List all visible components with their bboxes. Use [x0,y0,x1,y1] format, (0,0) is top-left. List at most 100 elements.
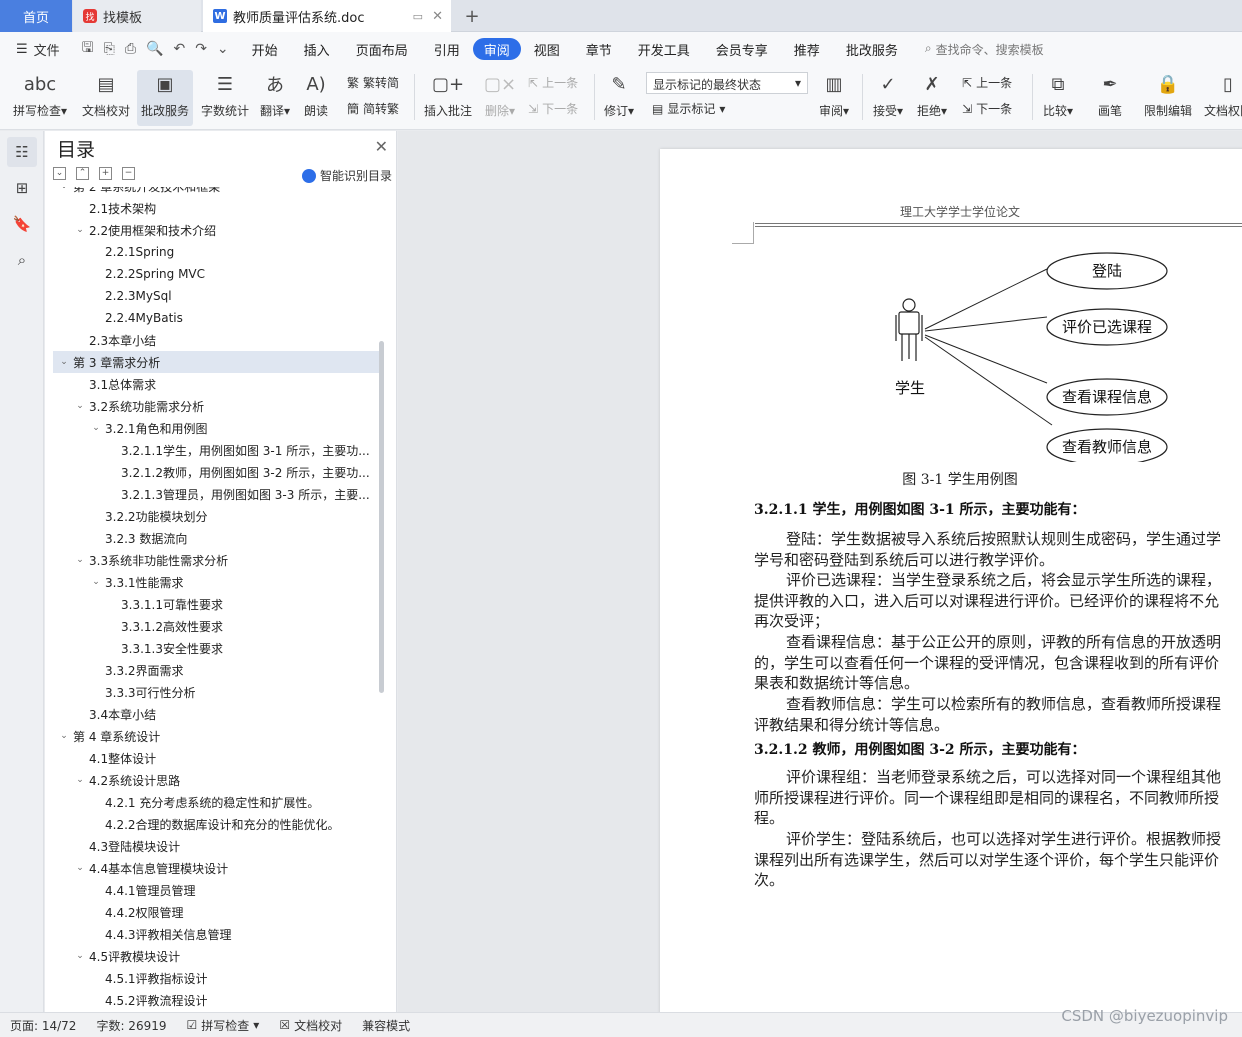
undo-icon[interactable]: ↶ [173,41,185,57]
redo-icon[interactable]: ↷ [195,41,207,57]
menu-item-2[interactable]: 页面布局 [343,38,421,60]
chevron-down-icon[interactable]: ⌄ [73,555,87,565]
toc-item[interactable]: ⌄ 3.2系统功能需求分析 [53,395,379,417]
export-pdf-icon[interactable]: ⎘ [104,41,115,57]
grading-service-button[interactable]: ▣ 批改服务 [137,70,193,126]
close-icon[interactable]: ✕ [375,137,388,156]
chevron-down-icon[interactable]: ⌄ [73,775,87,785]
review-pane-button[interactable]: ▥ 审阅▾ [814,70,854,126]
toc-item[interactable]: ⌄ 3.3.1性能需求 [53,571,379,593]
doc-proof-status[interactable]: ☒ 文档校对 [269,1017,352,1034]
chevron-down-icon[interactable]: ⌄ [73,225,87,235]
toc-item[interactable]: 4.2.2合理的数据库设计和充分的性能优化。 [53,813,379,835]
toc-item[interactable]: 4.3登陆模块设计 [53,835,379,857]
toc-item[interactable]: ⌄ 3.2.1角色和用例图 [53,417,379,439]
smart-toc-button[interactable]: 智能识别目录 [301,167,392,184]
toc-item[interactable]: 3.3.2界面需求 [53,659,379,681]
page-count[interactable]: 页面: 14/72 [0,1017,86,1034]
chevron-down-icon[interactable]: ⌄ [89,577,103,587]
toc-item[interactable]: 4.5.1评教指标设计 [53,967,379,989]
toc-item[interactable]: ⌄ 4.5评教模块设计 [53,945,379,967]
toc-item[interactable]: ⌄ 4.4基本信息管理模块设计 [53,857,379,879]
chevron-down-icon[interactable]: ⌄ [217,41,229,57]
prev-comment-button[interactable]: ⇱ 上一条 [528,74,578,91]
toc-item[interactable]: ⌄ 2.2使用框架和技术介绍 [53,219,379,241]
toc-item[interactable]: 3.3.1.2高效性要求 [53,615,379,637]
toc-item[interactable]: 3.2.2功能模块划分 [53,505,379,527]
toc-item[interactable]: 3.3.3可行性分析 [53,681,379,703]
menu-item-3[interactable]: 引用 [421,38,473,60]
track-changes-button[interactable]: ✎ 修订▾ [600,70,638,126]
word-count[interactable]: 字数: 26919 [86,1017,176,1034]
tab-home[interactable]: 首页 [0,0,72,32]
toc-item[interactable]: 4.4.3评教相关信息管理 [53,923,379,945]
toc-item[interactable]: ⌄第 2 章系统开发技术和框架 [53,187,379,197]
next-comment-button[interactable]: ⇲ 下一条 [528,100,578,117]
toc-item[interactable]: 2.3本章小结 [53,329,379,351]
next-change-button[interactable]: ⇲ 下一条 [962,100,1012,117]
reject-button[interactable]: ✗ 拒绝▾ [912,70,952,126]
toc-item[interactable]: 3.3.1.3安全性要求 [53,637,379,659]
menu-item-0[interactable]: 开始 [239,38,291,60]
toc-item[interactable]: 4.5.2评教流程设计 [53,989,379,1009]
add-heading-icon[interactable]: + [99,167,112,180]
menu-item-6[interactable]: 章节 [573,38,625,60]
spell-check-status[interactable]: ☑ 拼写检查 ▾ [177,1017,270,1034]
simp-to-trad-button[interactable]: 簡简转繁 [347,100,399,117]
new-tab-button[interactable]: + [458,0,486,32]
doc-proof-button[interactable]: ▤ 文档校对 [78,70,134,126]
show-markup-button[interactable]: ▤ 显示标记 ▾ [652,100,725,117]
menu-item-1[interactable]: 插入 [291,38,343,60]
chevron-down-icon[interactable]: ⌄ [73,401,87,411]
search-icon[interactable]: ⌕ [7,245,37,275]
remove-heading-icon[interactable]: − [122,167,135,180]
chevron-down-icon[interactable]: ⌄ [89,423,103,433]
menu-item-8[interactable]: 会员专享 [703,38,781,60]
toc-item[interactable]: 3.2.1.2教师，用例图如图 3-2 所示，主要功... [53,461,379,483]
tab-document[interactable]: W 教师质量评估系统.doc ▭ ✕ [203,0,451,32]
prev-change-button[interactable]: ⇱ 上一条 [962,74,1012,91]
document-page[interactable]: 理工大学学士学位论文 登陆 评价已选课程 查看课程信息 查看教师信息 学生 图 … [660,149,1242,1029]
collapse-all-icon[interactable]: ⌄ [53,167,66,180]
expand-all-icon[interactable]: ⌃ [76,167,89,180]
toc-item[interactable]: 3.3.1.1可靠性要求 [53,593,379,615]
toc-item[interactable]: 3.1总体需求 [53,373,379,395]
spell-check-button[interactable]: abc 拼写检查▾ [10,70,70,126]
chevron-down-icon[interactable]: ⌄ [57,357,71,367]
toc-item[interactable]: 2.2.4MyBatis [53,307,379,329]
read-aloud-button[interactable]: A) 朗读 [298,70,334,126]
chevron-down-icon[interactable]: ⌄ [57,731,71,741]
toc-item[interactable]: 4.1整体设计 [53,747,379,769]
toc-icon[interactable]: ☷ [7,137,37,167]
toc-item[interactable]: ⌄ 4.2系统设计思路 [53,769,379,791]
delete-comment-button[interactable]: ▢× 删除▾ [480,70,520,126]
doc-permission-button[interactable]: ▯ 文档权限 [1200,70,1242,126]
close-tab-icon[interactable]: ✕ [432,9,443,24]
toc-item[interactable]: ⌄ 第 3 章需求分析 [53,351,379,373]
toc-scrollbar[interactable] [379,341,384,693]
chevron-down-icon[interactable]: ⌄ [73,951,87,961]
translate-button[interactable]: あ翻译▾ [256,70,294,126]
word-count-button[interactable]: ☰ 字数统计 [197,70,253,126]
command-search[interactable]: ⌕ 查找命令、搜索模板 [925,41,1044,58]
save-icon[interactable]: 🖫 [82,37,94,61]
toc-item[interactable]: 2.2.2Spring MVC [53,263,379,285]
monitor-icon[interactable]: ▭ [413,10,423,23]
menu-item-4[interactable]: 审阅 [472,38,521,60]
toc-item[interactable]: 4.4.2权限管理 [53,901,379,923]
insert-comment-button[interactable]: ▢+ 插入批注 [420,70,476,126]
tab-template[interactable]: 找 找模板 [73,0,201,32]
bookmark-icon[interactable]: 🔖 [7,209,37,239]
print-preview-icon[interactable]: 🔍 [146,41,163,57]
chevron-down-icon[interactable]: ⌄ [73,863,87,873]
pen-button[interactable]: ✒ 画笔 [1090,70,1130,126]
toc-item[interactable]: 3.2.1.3管理员，用例图如图 3-3 所示，主要... [53,483,379,505]
toc-item[interactable]: ⌄ 3.3系统非功能性需求分析 [53,549,379,571]
file-menu[interactable]: ☰ 文件 [0,40,72,59]
chapter-nav-icon[interactable]: ⊞ [7,173,37,203]
toc-item[interactable]: 3.2.3 数据流向 [53,527,379,549]
toc-item[interactable]: 2.2.1Spring [53,241,379,263]
markup-state-select[interactable]: 显示标记的最终状态 ▾ [646,72,808,94]
toc-item[interactable]: 3.4本章小结 [53,703,379,725]
restrict-editing-button[interactable]: 🔒 限制编辑 [1140,70,1196,126]
